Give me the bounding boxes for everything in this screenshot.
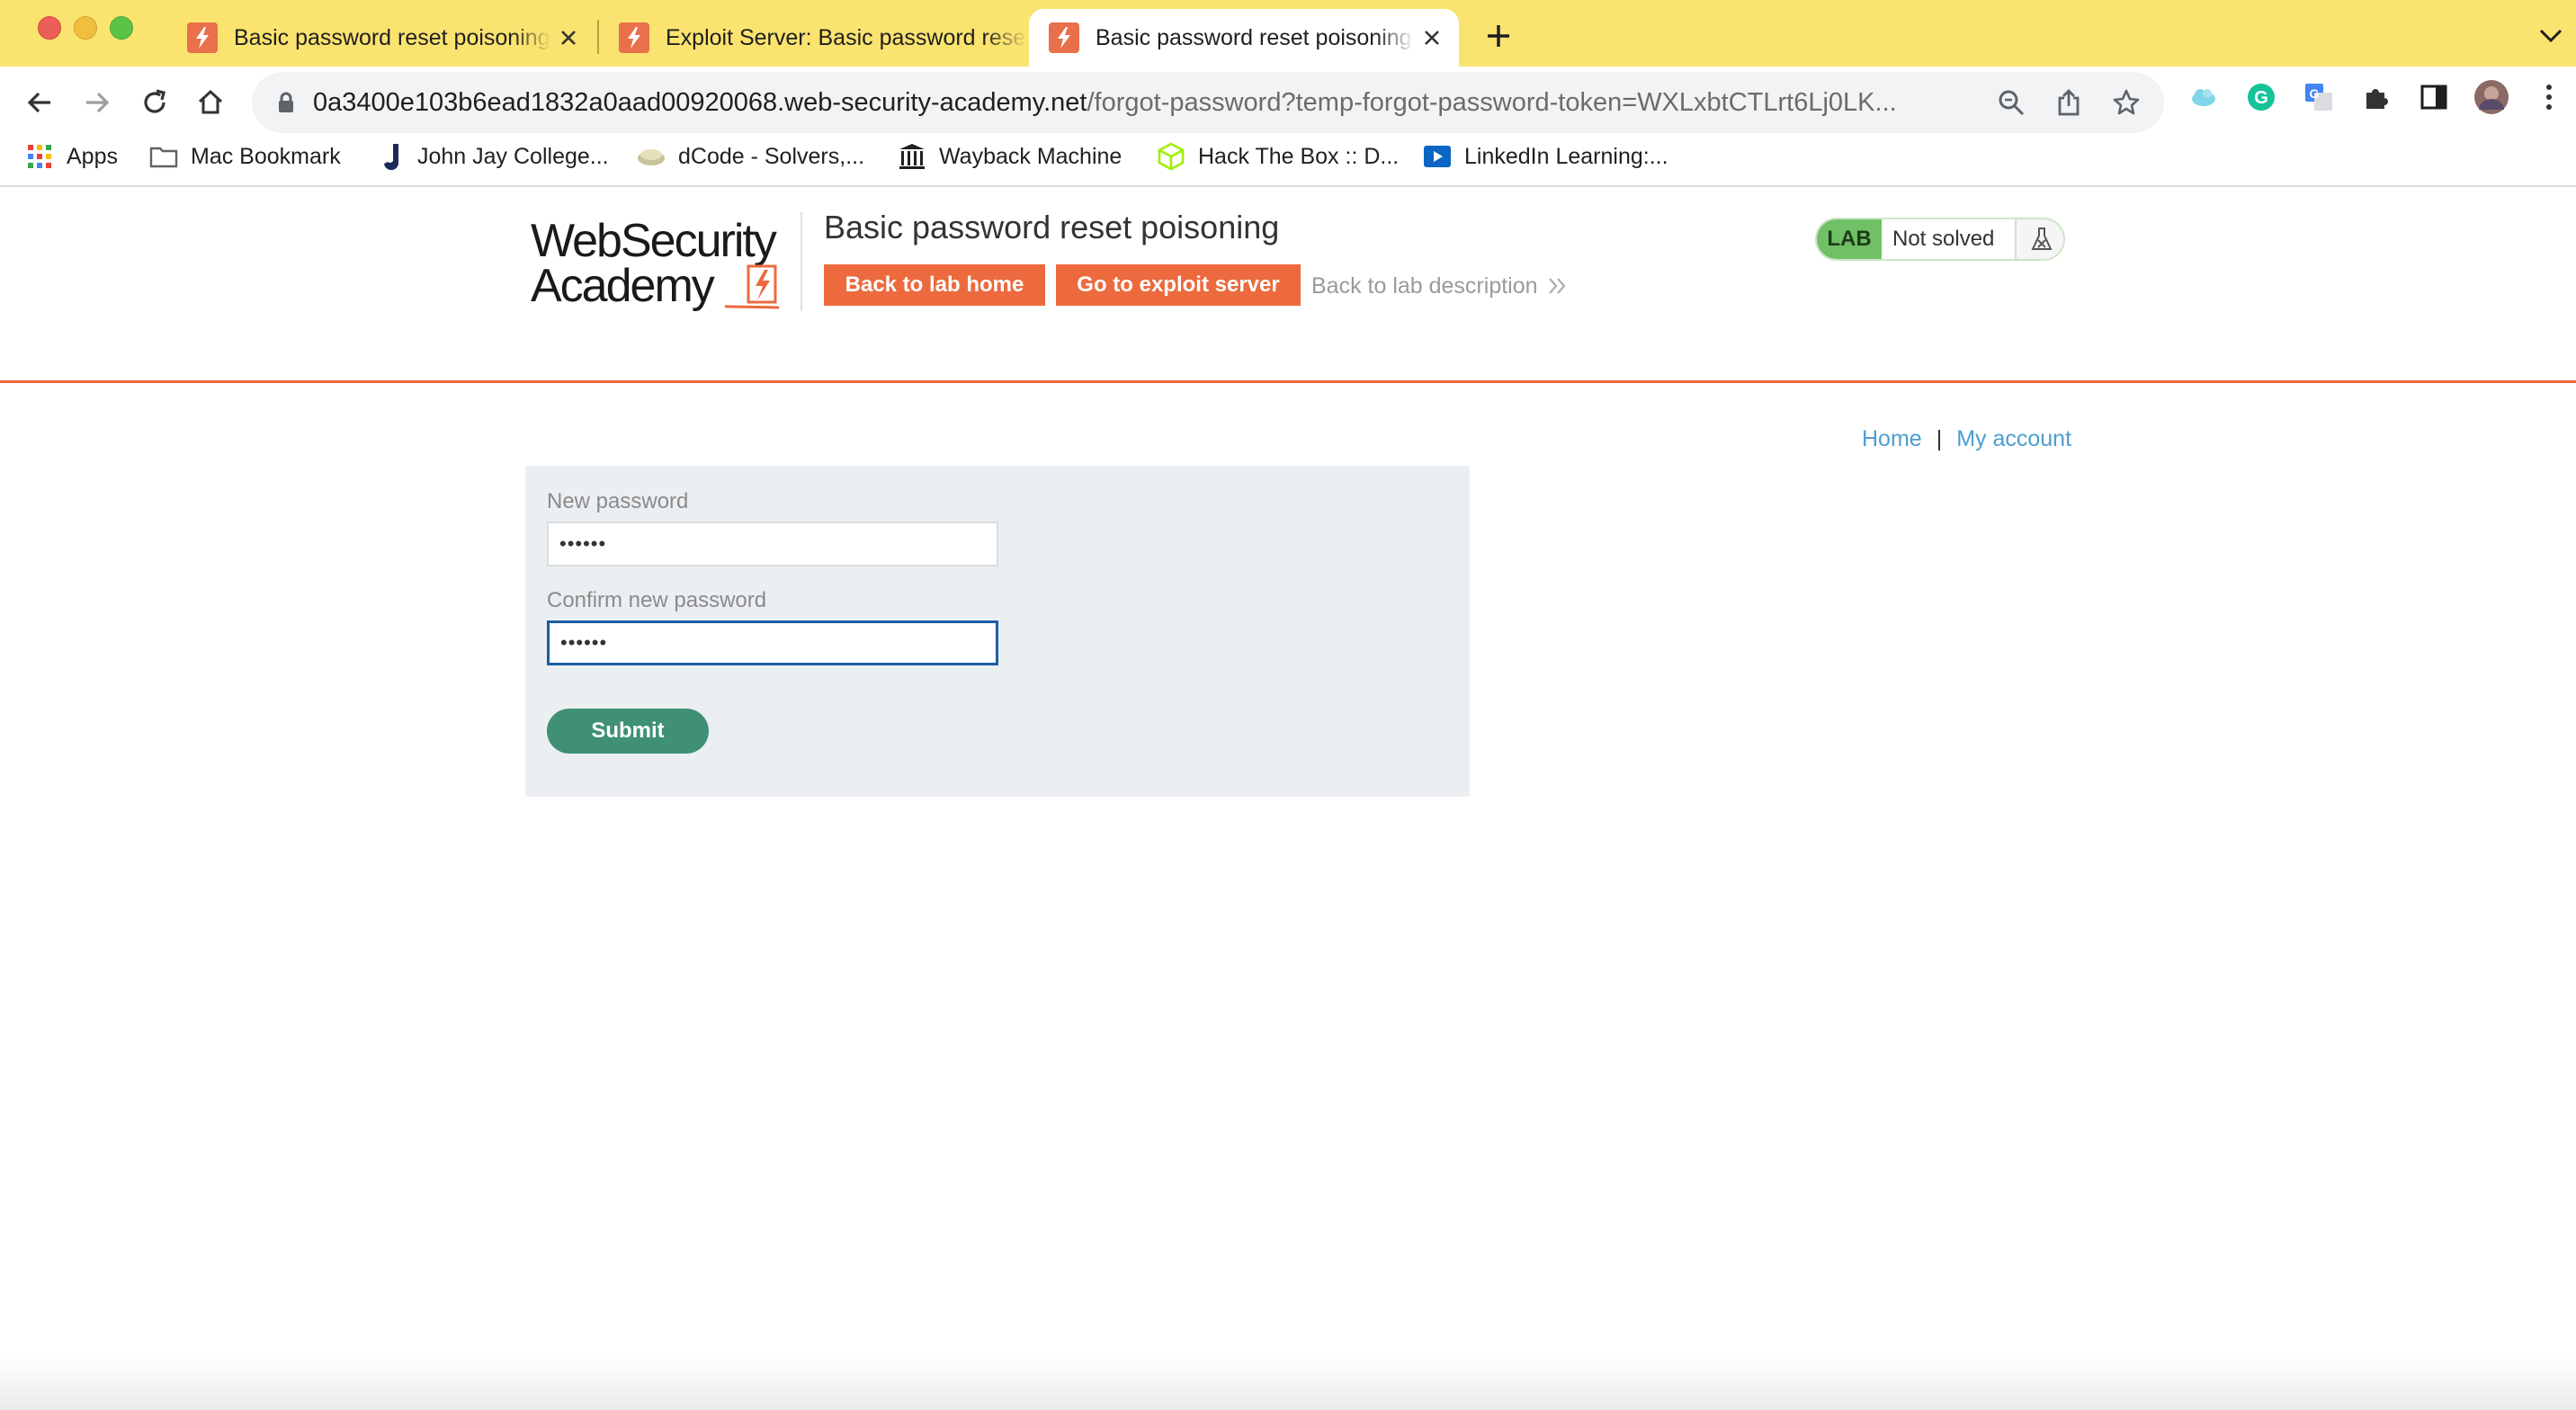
bookmark-label: Mac Bookmark bbox=[191, 143, 341, 169]
portswigger-favicon-icon bbox=[619, 22, 649, 53]
reload-icon[interactable] bbox=[133, 81, 176, 124]
google-translate-icon[interactable]: G bbox=[2301, 79, 2337, 115]
svg-text:G: G bbox=[2310, 86, 2320, 101]
url-text[interactable]: 0a3400e103b6ead1832a0aad00920068.web-sec… bbox=[313, 85, 1897, 120]
back-arrow-icon[interactable] bbox=[18, 81, 61, 124]
browser-tab-2[interactable]: Exploit Server: Basic password reset poi… bbox=[599, 9, 1027, 67]
dcode-icon bbox=[637, 142, 666, 171]
folder-icon bbox=[149, 142, 178, 171]
home-icon[interactable] bbox=[189, 81, 232, 124]
browser-tab-strip: Basic password reset poisoning Exploit S… bbox=[0, 0, 2576, 67]
bookmark-hack-the-box[interactable]: Hack The Box :: D... bbox=[1157, 138, 1399, 174]
chrome-menu-kebab-icon[interactable] bbox=[2531, 79, 2567, 115]
profile-avatar[interactable] bbox=[2473, 79, 2509, 115]
tab-close-icon[interactable] bbox=[550, 20, 586, 56]
address-bar[interactable]: 0a3400e103b6ead1832a0aad00920068.web-sec… bbox=[252, 72, 2164, 133]
url-path: /forgot-password?temp-forgot-password-to… bbox=[1087, 88, 1897, 117]
tab-title: Exploit Server: Basic password reset poi… bbox=[666, 24, 1027, 50]
logo-line-1: WebSecurity bbox=[531, 215, 777, 267]
share-icon[interactable] bbox=[2051, 85, 2087, 120]
bookmark-linkedin-learning[interactable]: LinkedIn Learning:... bbox=[1423, 138, 1668, 174]
bookmark-mac-bookmark[interactable]: Mac Bookmark bbox=[149, 138, 341, 174]
side-panel-icon[interactable] bbox=[2416, 79, 2452, 115]
wayback-icon bbox=[898, 142, 926, 171]
window-close-button[interactable] bbox=[38, 16, 61, 40]
new-tab-plus-icon[interactable] bbox=[1477, 14, 1520, 58]
bookmarks-bar: Apps Mac Bookmark John Jay College... dC… bbox=[0, 128, 2576, 185]
window-minimize-button[interactable] bbox=[74, 16, 97, 40]
hackthebox-icon bbox=[1157, 142, 1185, 171]
header-divider bbox=[801, 212, 802, 311]
forward-arrow-icon[interactable] bbox=[76, 81, 119, 124]
toolbar-divider bbox=[0, 185, 2576, 187]
portswigger-favicon-icon bbox=[1049, 22, 1079, 53]
url-host: 0a3400e103b6ead1832a0aad00920068.web-sec… bbox=[313, 88, 1087, 117]
window-zoom-button[interactable] bbox=[110, 16, 133, 40]
bottom-edge-shadow bbox=[0, 1356, 2576, 1410]
tab-title: Basic password reset poisoning bbox=[234, 24, 550, 50]
bookmark-dcode[interactable]: dCode - Solvers,... bbox=[637, 138, 864, 174]
apps-grid-icon bbox=[25, 142, 54, 171]
lab-title: Basic password reset poisoning bbox=[824, 209, 1280, 245]
double-chevron-right-icon bbox=[1548, 278, 1566, 294]
my-account-link[interactable]: My account bbox=[1956, 423, 2071, 455]
lock-icon[interactable] bbox=[277, 92, 295, 118]
confirm-password-label: Confirm new password bbox=[547, 588, 767, 612]
logo-bolt-icon bbox=[725, 264, 780, 309]
bookmark-john-jay[interactable]: John Jay College... bbox=[376, 138, 609, 174]
browser-tab-1[interactable]: Basic password reset poisoning bbox=[167, 9, 595, 67]
submit-button[interactable]: Submit bbox=[547, 709, 709, 754]
reset-password-form: New password •••••• Confirm new password… bbox=[525, 466, 1470, 797]
extension-cloud-icon[interactable] bbox=[2186, 79, 2222, 115]
logo-line-2: Academy bbox=[531, 260, 715, 312]
lab-status-widget: LAB Not solved bbox=[1815, 218, 2065, 261]
zoom-magnifier-icon[interactable] bbox=[1993, 85, 2029, 120]
nav-separator: | bbox=[1936, 426, 1943, 451]
john-jay-icon bbox=[376, 142, 405, 171]
new-password-label: New password bbox=[547, 489, 689, 513]
bookmark-label: Wayback Machine bbox=[939, 143, 1123, 169]
browser-tab-3-active[interactable]: Basic password reset poisoning bbox=[1029, 9, 1459, 67]
back-to-lab-home-button[interactable]: Back to lab home bbox=[824, 264, 1045, 306]
header-orange-rule bbox=[0, 380, 2576, 383]
bookmark-star-icon[interactable] bbox=[2108, 85, 2144, 120]
tab-search-chevron-down-icon[interactable] bbox=[2533, 18, 2569, 54]
home-link[interactable]: Home bbox=[1862, 423, 1922, 455]
portswigger-favicon-icon bbox=[187, 22, 218, 53]
bookmark-label: Apps bbox=[67, 143, 118, 169]
bookmark-label: dCode - Solvers,... bbox=[678, 143, 865, 169]
bookmark-wayback-machine[interactable]: Wayback Machine bbox=[898, 138, 1122, 174]
lab-badge: LAB bbox=[1817, 219, 1882, 259]
bookmark-label: Hack The Box :: D... bbox=[1198, 143, 1400, 169]
bookmark-label: John Jay College... bbox=[417, 143, 609, 169]
back-to-lab-description-link[interactable]: Back to lab description bbox=[1311, 270, 1569, 302]
flask-icon bbox=[2015, 219, 2063, 259]
tab-close-icon[interactable] bbox=[1414, 20, 1450, 56]
bookmark-label: LinkedIn Learning:... bbox=[1464, 143, 1668, 169]
grammarly-icon[interactable]: G bbox=[2243, 79, 2279, 115]
bookmark-apps[interactable]: Apps bbox=[25, 138, 118, 174]
linkedin-learning-icon bbox=[1423, 142, 1452, 171]
extensions-puzzle-icon[interactable] bbox=[2358, 79, 2394, 115]
confirm-password-field[interactable]: •••••• bbox=[547, 620, 998, 665]
top-nav-links: Home | My account bbox=[1862, 423, 2071, 455]
web-security-academy-logo[interactable]: WebSecurity Academy bbox=[529, 216, 799, 315]
svg-text:G: G bbox=[2254, 88, 2268, 108]
lab-status-text: Not solved bbox=[1892, 227, 1995, 251]
back-to-lab-description-label: Back to lab description bbox=[1311, 273, 1538, 299]
tab-title: Basic password reset poisoning bbox=[1096, 24, 1412, 50]
go-to-exploit-server-button[interactable]: Go to exploit server bbox=[1056, 264, 1301, 306]
new-password-field[interactable]: •••••• bbox=[547, 522, 998, 567]
